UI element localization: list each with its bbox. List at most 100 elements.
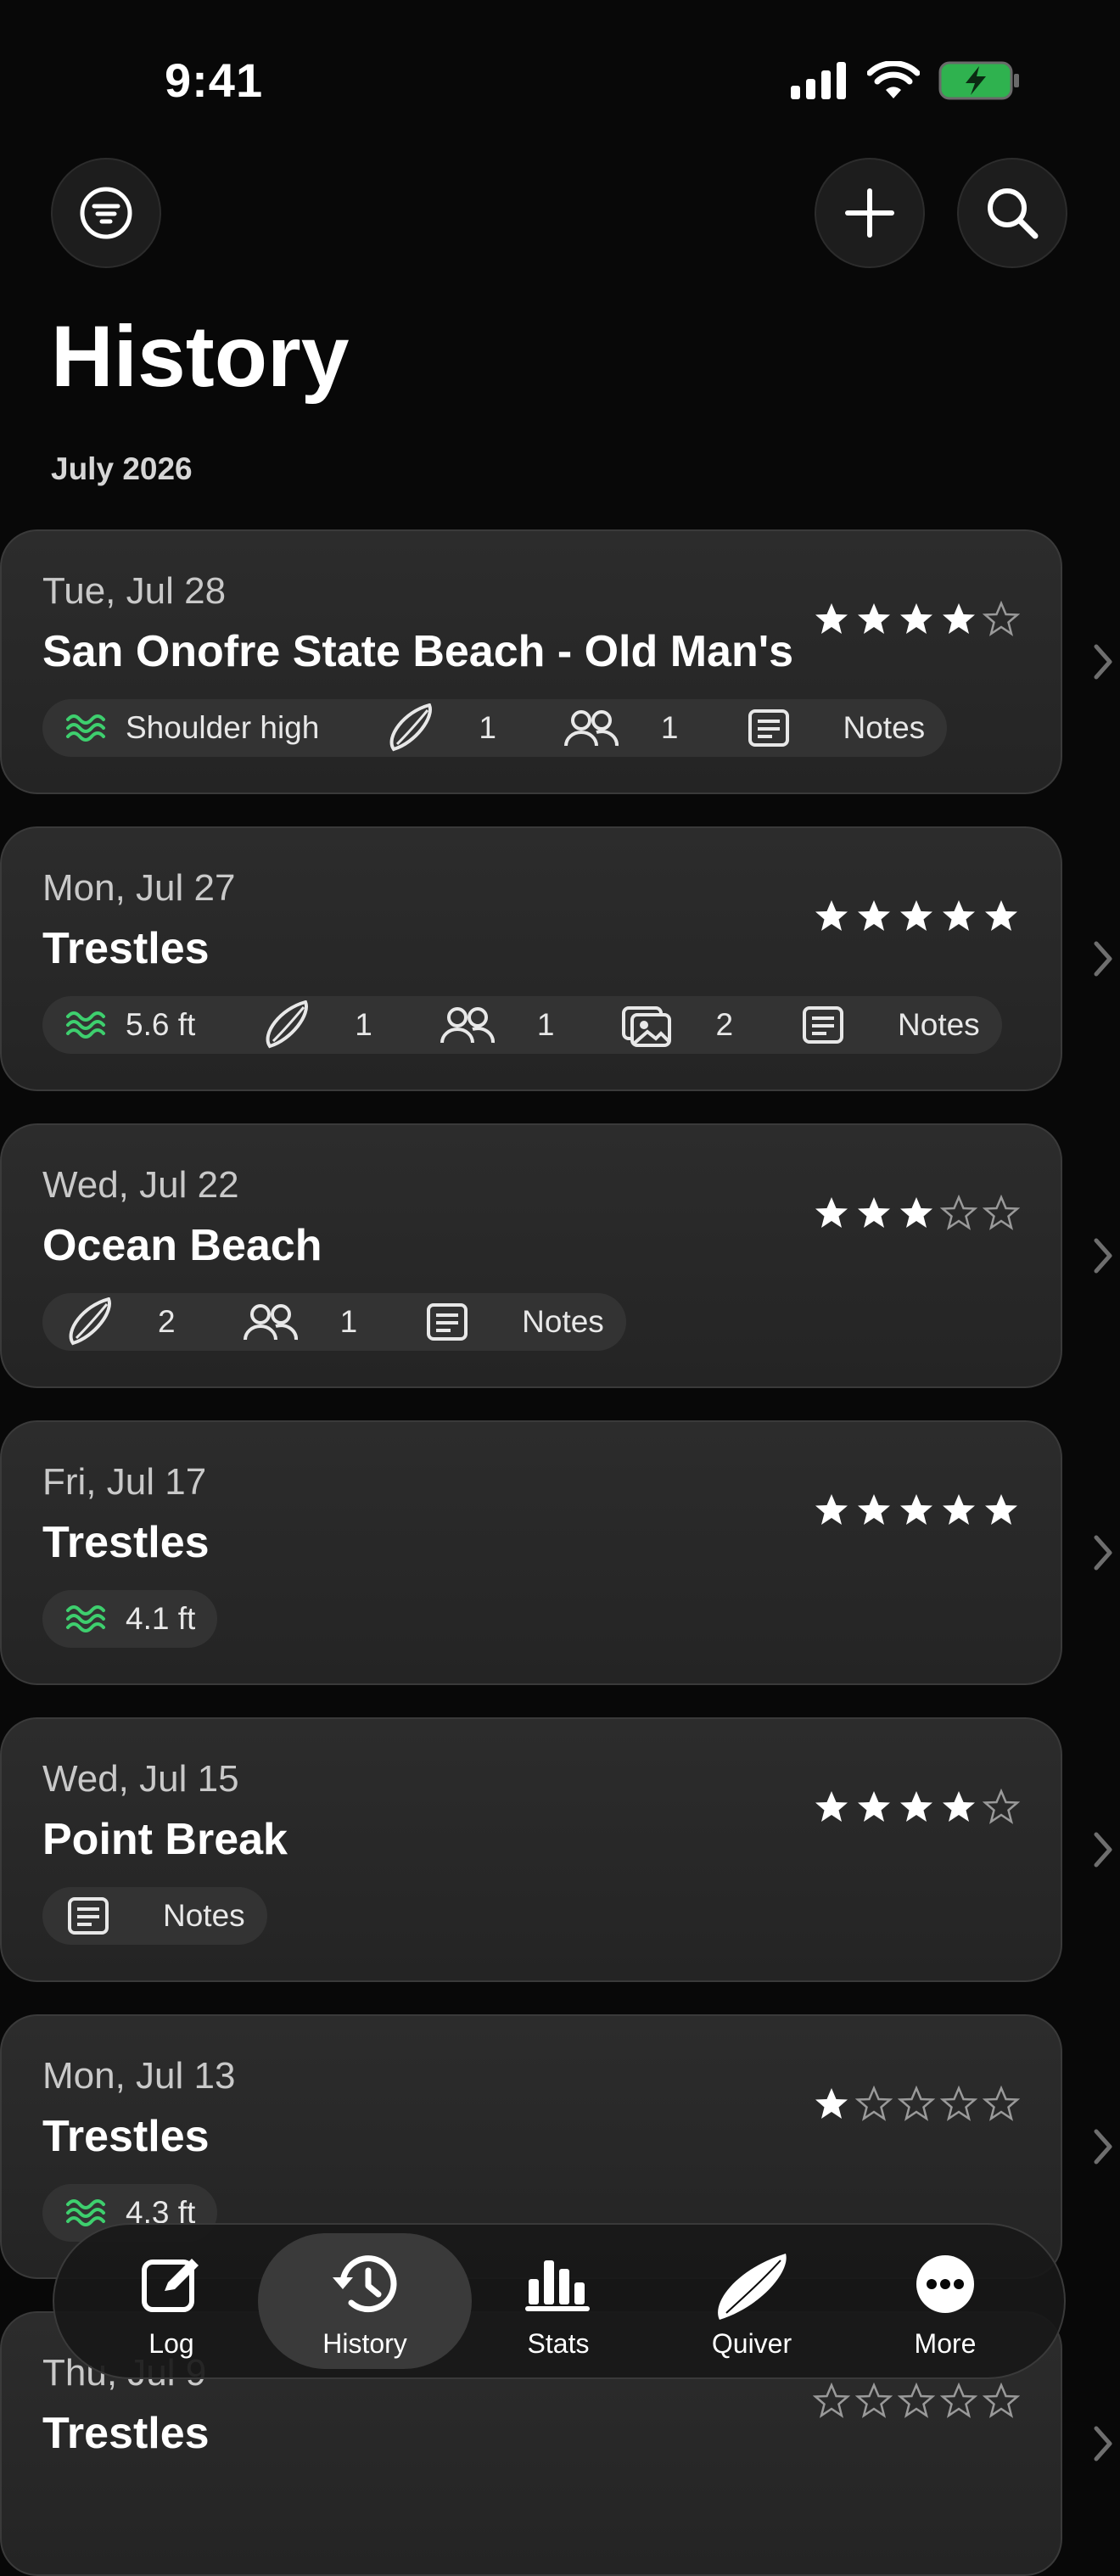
tab-bar: Log History Stats Quiver More xyxy=(53,2223,1066,2379)
wave-height-chip-value: 4.1 ft xyxy=(126,1601,196,1636)
tab-quiver[interactable]: Quiver xyxy=(645,2233,859,2369)
star-filled-icon xyxy=(815,1494,848,1525)
tab-label: Quiver xyxy=(711,2328,792,2359)
star-filled-icon xyxy=(858,1494,890,1525)
tab-label: Log xyxy=(148,2328,194,2359)
session-details: 2 1 Notes xyxy=(42,1293,626,1351)
session-card[interactable]: Mon, Jul 27 Trestles 5.6 ft 1 1 2 Notes xyxy=(0,826,1062,1091)
notes-chip: Notes xyxy=(423,1300,604,1344)
session-details: Notes xyxy=(42,1887,267,1945)
wave-height-chip-value: 5.6 ft xyxy=(126,1007,196,1042)
chevron-right-icon[interactable] xyxy=(1093,643,1115,680)
search-icon xyxy=(988,188,1039,239)
notes-chip-value: Notes xyxy=(163,1898,245,1933)
surfboard-icon xyxy=(69,1297,111,1346)
star-filled-icon xyxy=(815,1197,848,1228)
star-filled-icon xyxy=(815,603,848,634)
star-filled-icon xyxy=(900,1197,932,1228)
star-filled-icon xyxy=(815,900,848,931)
star-filled-icon xyxy=(815,2088,848,2119)
star-empty-icon xyxy=(898,2383,935,2418)
photos-chip-value: 2 xyxy=(715,1007,734,1042)
session-card[interactable]: Wed, Jul 15 Point Break Notes xyxy=(0,1717,1062,1982)
boards-chip: 1 xyxy=(385,703,496,753)
notes-icon xyxy=(427,1303,468,1341)
filter-button[interactable] xyxy=(51,158,161,268)
star-filled-icon xyxy=(858,900,890,931)
more-icon xyxy=(916,2255,974,2313)
chevron-right-icon[interactable] xyxy=(1093,1534,1115,1571)
session-spot: Trestles xyxy=(42,924,210,973)
star-filled-icon xyxy=(943,1494,975,1525)
tab-label: Stats xyxy=(527,2328,590,2359)
session-rating xyxy=(813,1492,1020,1529)
notes-chip-value: Notes xyxy=(898,1007,980,1042)
filter-icon xyxy=(80,187,132,239)
plus-icon xyxy=(845,188,894,238)
session-spot: Trestles xyxy=(42,2112,210,2161)
bar-chart-icon xyxy=(525,2260,590,2311)
search-button[interactable] xyxy=(957,158,1067,268)
tab-stats[interactable]: Stats xyxy=(451,2233,665,2369)
star-filled-icon xyxy=(858,1197,890,1228)
notes-chip-value: Notes xyxy=(522,1304,604,1339)
session-date: Tue, Jul 28 xyxy=(42,570,227,612)
history-icon xyxy=(333,2255,397,2313)
wave-height-chip: 4.1 ft xyxy=(64,1601,195,1637)
chevron-right-icon[interactable] xyxy=(1093,940,1115,977)
page-title: History xyxy=(51,308,350,405)
buddies-chip-value: 1 xyxy=(660,710,679,745)
session-date: Wed, Jul 22 xyxy=(42,1164,239,1206)
tab-history[interactable]: History xyxy=(258,2233,472,2369)
buddies-chip: 1 xyxy=(563,707,679,749)
status-icons xyxy=(791,61,1020,100)
star-empty-icon xyxy=(898,2086,935,2121)
star-empty-icon xyxy=(983,1789,1020,1824)
people-icon xyxy=(440,1007,495,1044)
star-empty-icon xyxy=(855,2383,893,2418)
star-empty-icon xyxy=(813,2383,850,2418)
star-empty-icon xyxy=(983,2383,1020,2418)
compose-icon xyxy=(142,2259,199,2312)
star-filled-icon xyxy=(943,603,975,634)
wave-icon xyxy=(66,714,105,742)
tab-more[interactable]: More xyxy=(838,2233,1052,2369)
session-card[interactable]: Fri, Jul 17 Trestles 4.1 ft xyxy=(0,1420,1062,1685)
notes-chip-value: Notes xyxy=(843,710,926,745)
star-filled-icon xyxy=(900,1791,932,1822)
notes-chip: Notes xyxy=(64,1894,245,1938)
wave-height-chip: 5.6 ft xyxy=(64,1007,195,1043)
session-date: Mon, Jul 13 xyxy=(42,2055,236,2097)
wifi-icon xyxy=(867,61,920,98)
boards-chip-value: 1 xyxy=(479,710,496,745)
notes-chip: Notes xyxy=(799,1003,980,1047)
session-spot: Trestles xyxy=(42,1518,210,1567)
buddies-chip: 1 xyxy=(439,1004,554,1046)
star-filled-icon xyxy=(858,1791,890,1822)
wave-height-chip: Shoulder high xyxy=(64,710,319,746)
star-empty-icon xyxy=(940,1195,977,1230)
star-filled-icon xyxy=(815,1791,848,1822)
chevron-right-icon[interactable] xyxy=(1093,2425,1115,2462)
session-card[interactable]: Wed, Jul 22 Ocean Beach 2 1 Notes xyxy=(0,1123,1062,1388)
wave-icon xyxy=(66,1011,105,1039)
session-rating xyxy=(813,2383,1020,2420)
session-details: 4.1 ft xyxy=(42,1590,218,1648)
chevron-right-icon[interactable] xyxy=(1093,1831,1115,1868)
session-spot: Point Break xyxy=(42,1815,288,1864)
surfboard-icon xyxy=(718,2254,787,2320)
chevron-right-icon[interactable] xyxy=(1093,1237,1115,1274)
star-filled-icon xyxy=(900,900,932,931)
session-rating xyxy=(813,1789,1020,1826)
chevron-right-icon[interactable] xyxy=(1093,2128,1115,2165)
buddies-chip-value: 1 xyxy=(339,1304,358,1339)
session-card[interactable]: Tue, Jul 28 San Onofre State Beach - Old … xyxy=(0,529,1062,794)
add-session-button[interactable] xyxy=(815,158,925,268)
tab-log[interactable]: Log xyxy=(64,2233,278,2369)
star-empty-icon xyxy=(983,2086,1020,2121)
tab-label: History xyxy=(322,2328,407,2359)
session-rating xyxy=(813,601,1020,638)
session-date: Fri, Jul 17 xyxy=(42,1461,207,1503)
wave-icon xyxy=(66,1605,105,1632)
star-empty-icon xyxy=(940,2086,977,2121)
